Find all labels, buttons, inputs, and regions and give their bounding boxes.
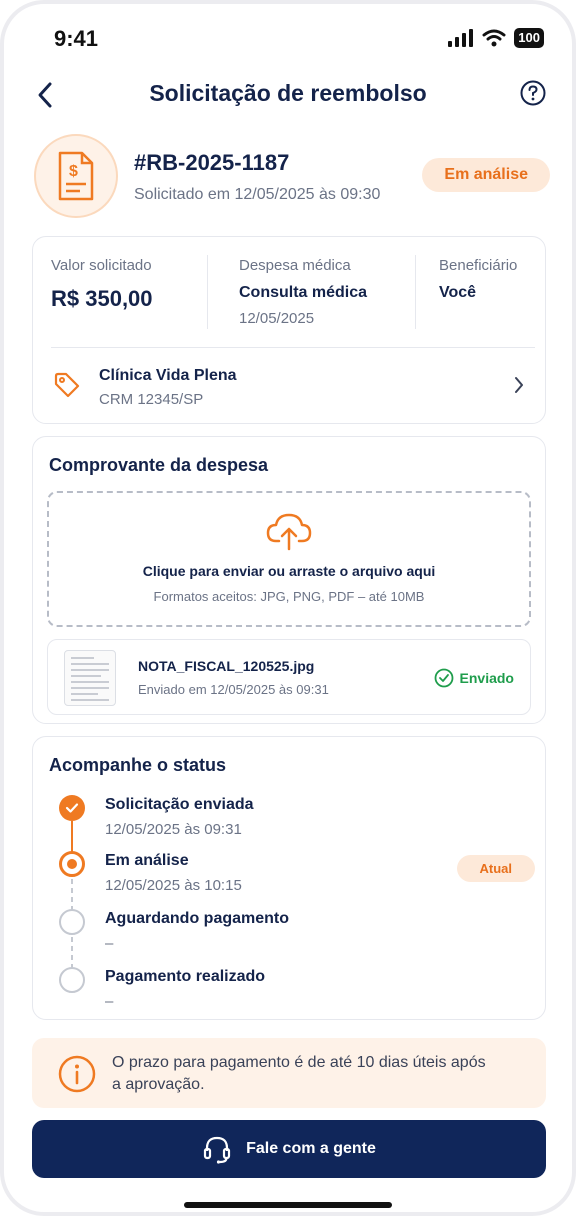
upload-formats: Formatos aceitos: JPG, PNG, PDF – até 10… [153,589,425,604]
receipt-card: Comprovante da despesa Clique para envia… [32,436,546,724]
status-bar: 9:41 100 [4,22,572,62]
file-date: Enviado em 12/05/2025 às 09:31 [138,682,329,697]
payment-notice: O prazo para pagamento é de até 10 dias … [32,1038,546,1108]
status-badge: Em análise [422,158,550,192]
upload-title: Clique para enviar ou arraste o arquivo … [142,563,436,579]
check-circle-icon [434,668,453,688]
divider [415,255,416,329]
step-date: – [105,935,114,952]
svg-text:$: $ [69,163,78,180]
file-status-label: Enviado [459,670,514,686]
expense-date: 12/05/2025 [239,310,315,327]
tracking-card: Acompanhe o status Solicitação enviada 1… [32,736,546,1020]
step-current-marker [59,851,85,877]
file-thumbnail [64,650,116,706]
tag-icon [54,372,80,398]
step-title: Aguardando pagamento [105,910,290,927]
expense-column: Despesa médica Consulta médica 12/05/202… [239,257,367,327]
contact-button-label: Fale com a gente [246,1140,376,1157]
tracking-title: Acompanhe o status [49,755,227,775]
beneficiary-value: Você [439,284,477,301]
file-status: Enviado [434,668,514,688]
check-icon [65,803,79,813]
step-date: – [105,993,114,1010]
divider [207,255,208,329]
beneficiary-label: Beneficiário [439,257,518,274]
wifi-icon [482,29,506,47]
step-title: Pagamento realizado [105,968,266,985]
home-indicator[interactable] [184,1202,392,1208]
request-id: #RB-2025-1187 [134,150,290,175]
upload-dropzone[interactable]: Clique para enviar ou arraste o arquivo … [47,491,531,627]
request-header: $ #RB-2025-1187 Solicitado em 12/05/2025… [34,134,554,224]
request-date: Solicitado em 12/05/2025 às 09:30 [134,186,381,203]
provider-crm: CRM 12345/SP [99,391,204,408]
provider-name: Clínica Vida Plena [99,367,237,384]
current-badge: Atual [456,855,535,882]
file-name: NOTA_FISCAL_120525.jpg [138,658,315,674]
phone-frame: 9:41 100 Solicitação de reembolso $ #RB-… [0,0,576,1216]
step-pending-marker [59,909,85,935]
step-pending-marker [59,967,85,993]
timeline-connector [71,937,73,971]
provider-row[interactable]: Clínica Vida Plena CRM 12345/SP [33,349,545,423]
divider [51,347,535,348]
cloud-upload-icon [266,513,312,551]
info-circle-icon [58,1055,96,1093]
receipt-dollar-icon: $ [58,151,94,201]
battery-icon: 100 [514,28,544,48]
step-date: 12/05/2025 às 10:15 [105,877,242,894]
amount-column: Valor solicitado R$ 350,00 [51,257,153,312]
summary-card: Valor solicitado R$ 350,00 Despesa médic… [32,236,546,424]
help-circle-icon[interactable] [520,80,546,106]
uploaded-file[interactable]: NOTA_FISCAL_120525.jpg Enviado em 12/05/… [47,639,531,715]
status-time: 9:41 [54,26,99,51]
step-title: Solicitação enviada [105,796,254,813]
signal-icon [448,29,474,47]
status-icons: 100 [448,28,544,48]
notice-text: O prazo para pagamento é de até 10 dias … [112,1054,486,1093]
timeline-connector [71,821,73,855]
step-done-marker [59,795,85,821]
step-title: Em análise [105,852,189,869]
receipt-title: Comprovante da despesa [49,455,269,475]
page-title: Solicitação de reembolso [149,80,427,106]
receipt-avatar: $ [34,134,118,218]
expense-label: Despesa médica [239,257,351,274]
step-date: 12/05/2025 às 09:31 [105,821,242,838]
beneficiary-column: Beneficiário Você [439,257,517,302]
headset-icon [203,1136,231,1164]
timeline-connector [71,879,73,913]
amount-value: R$ 350,00 [51,286,153,311]
amount-label: Valor solicitado [51,257,152,274]
contact-button[interactable]: Fale com a gente [32,1120,546,1178]
nav-bar: Solicitação de reembolso [4,74,572,118]
expense-value: Consulta médica [239,284,368,301]
chevron-right-icon [515,377,523,393]
